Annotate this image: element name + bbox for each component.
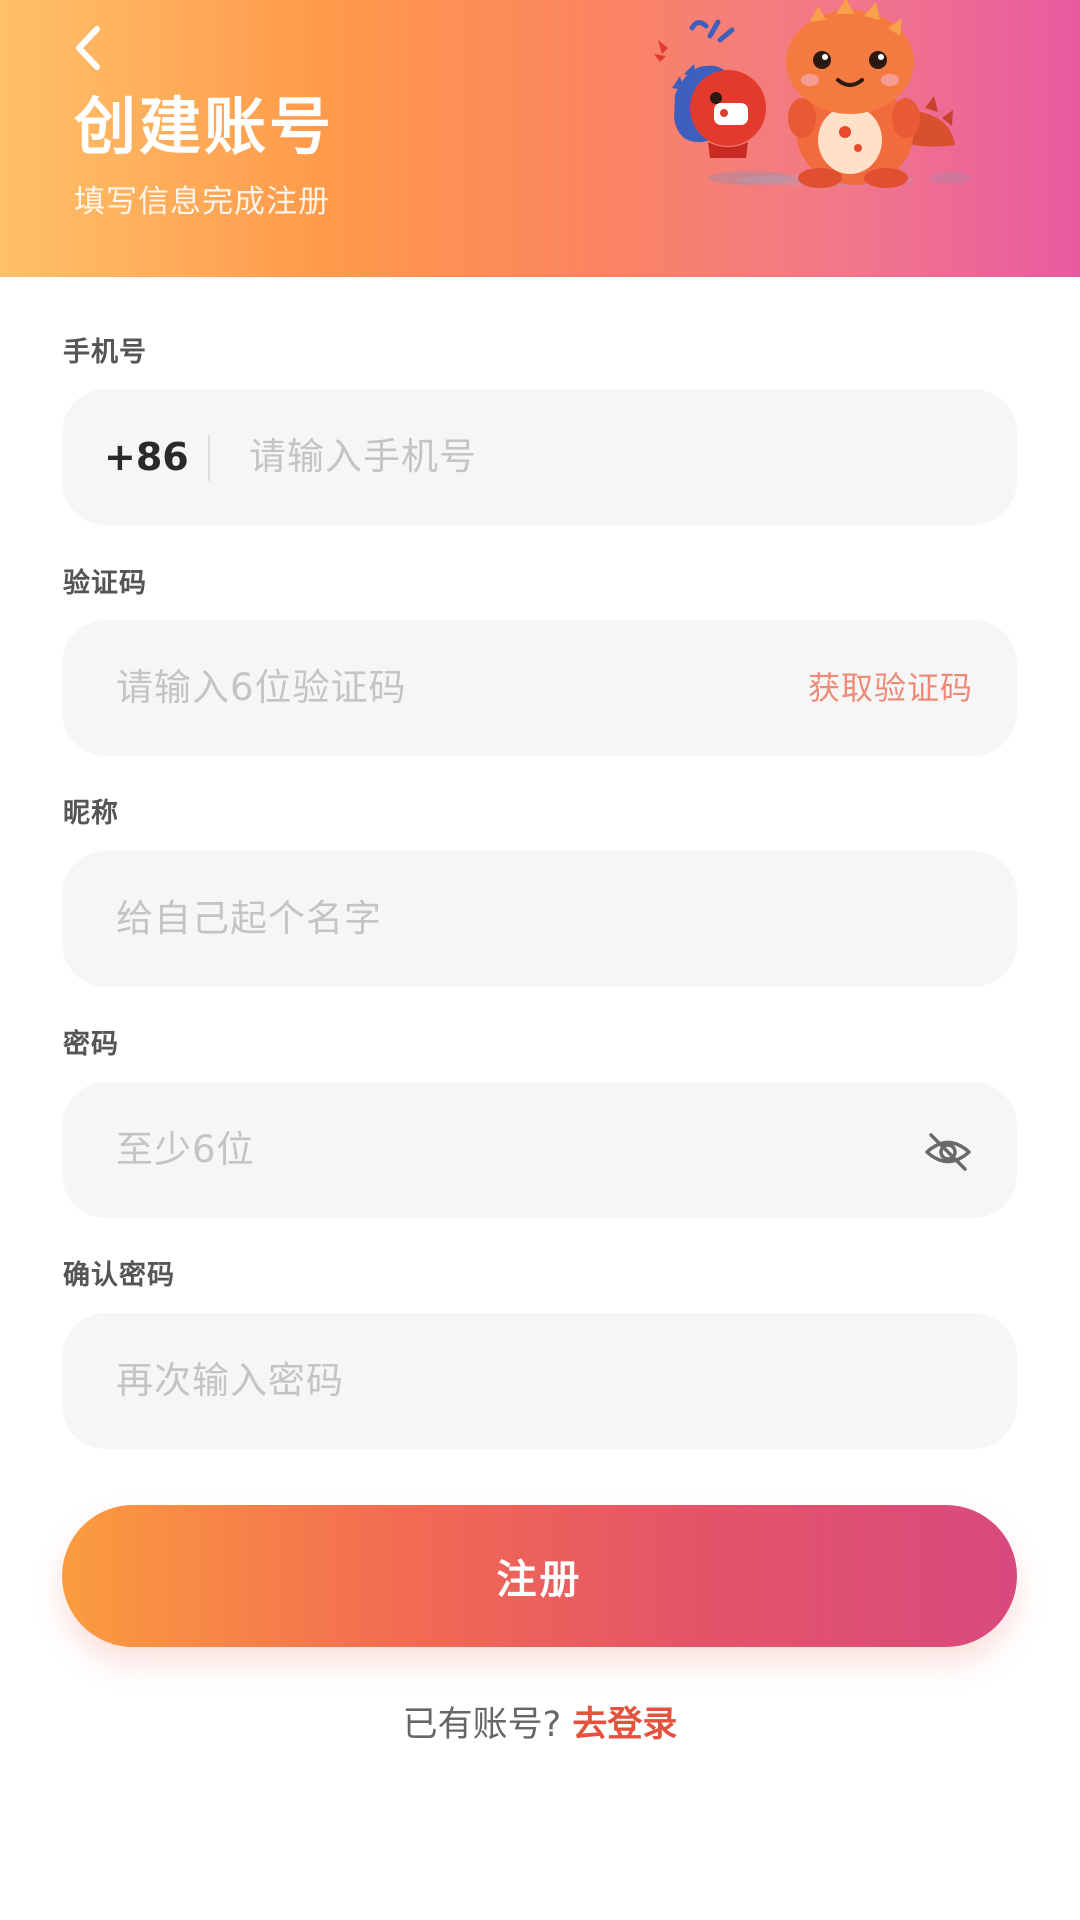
nickname-input-placeholder[interactable]: 给自己起个名字 — [116, 851, 382, 987]
password-input-placeholder[interactable]: 至少6位 — [116, 1082, 255, 1218]
register-button[interactable]: 注册 — [62, 1505, 1017, 1647]
page-subtitle: 填写信息完成注册 — [74, 184, 330, 220]
have-account-text: 已有账号? — [402, 1705, 562, 1745]
verification-code-field[interactable]: 请输入6位验证码 获取验证码 — [62, 620, 1017, 756]
back-button[interactable] — [62, 22, 114, 74]
chevron-left-icon — [76, 26, 100, 70]
phone-input-placeholder[interactable]: 请输入手机号 — [249, 389, 477, 525]
password-label: 密码 — [63, 1029, 119, 1060]
phone-label: 手机号 — [63, 337, 147, 368]
phone-field[interactable]: +86 请输入手机号 — [62, 389, 1017, 525]
confirm-password-label: 确认密码 — [63, 1260, 175, 1291]
eye-off-icon[interactable] — [923, 1127, 973, 1177]
nickname-label: 昵称 — [63, 798, 119, 829]
dinosaur-mascot-illustration — [654, 0, 970, 188]
nickname-field[interactable]: 给自己起个名字 — [62, 851, 1017, 987]
confirm-password-field[interactable]: 再次输入密码 — [62, 1313, 1017, 1449]
confirm-password-input-placeholder[interactable]: 再次输入密码 — [116, 1313, 344, 1449]
code-input-placeholder[interactable]: 请输入6位验证码 — [116, 620, 407, 756]
page-title: 创建账号 — [74, 90, 335, 163]
header-banner: 创建账号 填写信息完成注册 — [0, 0, 1080, 277]
get-code-button[interactable]: 获取验证码 — [808, 620, 973, 756]
go-login-link[interactable]: 去登录 — [572, 1705, 677, 1745]
password-field[interactable]: 至少6位 — [62, 1082, 1017, 1218]
code-label: 验证码 — [63, 568, 147, 599]
country-code-prefix[interactable]: +86 — [104, 389, 189, 525]
prefix-divider — [208, 435, 210, 481]
login-prompt: 已有账号? 去登录 — [0, 1700, 1080, 1750]
